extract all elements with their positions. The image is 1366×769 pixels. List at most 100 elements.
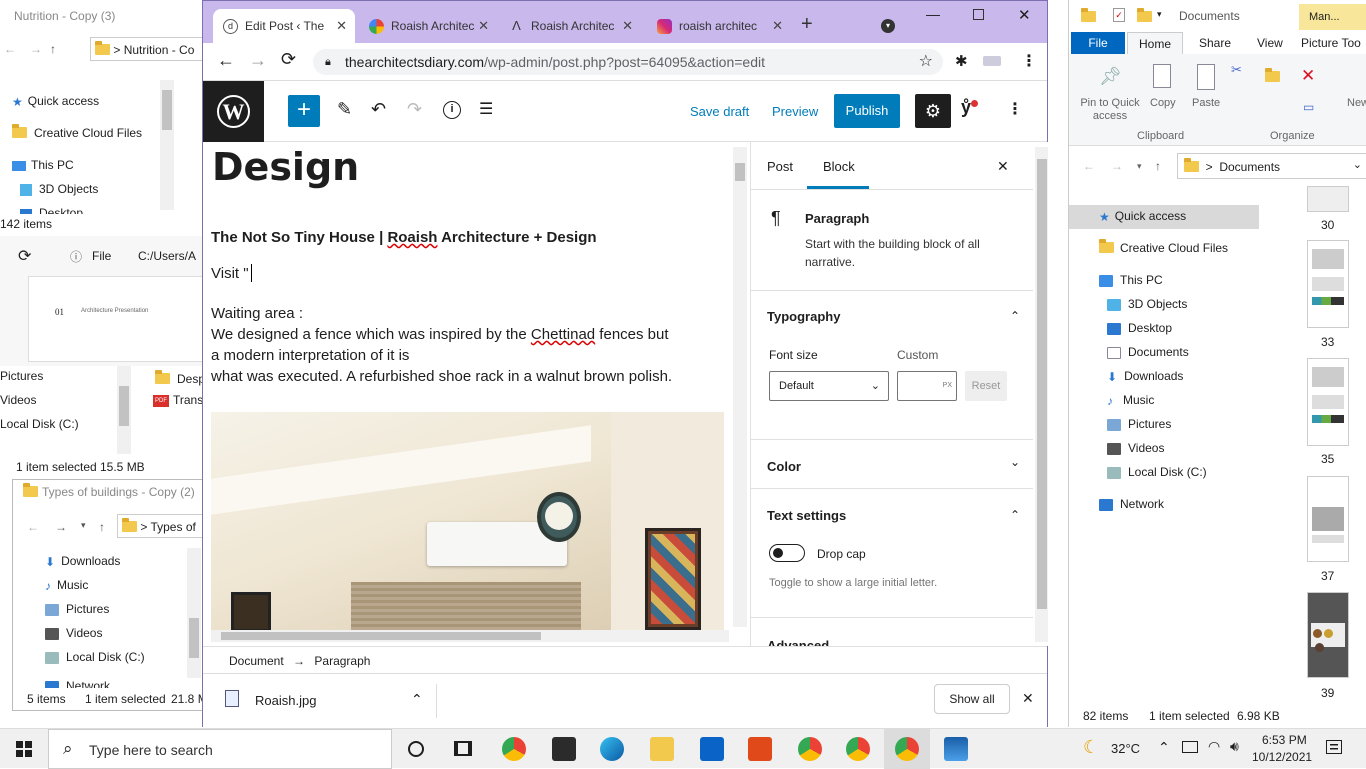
chevron-up-icon[interactable]: ⌃ bbox=[411, 691, 423, 708]
wifi-icon[interactable]: ◠ bbox=[1208, 738, 1220, 755]
reload-icon[interactable]: ⟳ bbox=[281, 49, 296, 70]
nav-documents[interactable]: Documents bbox=[1107, 345, 1189, 359]
bookmark-star-icon[interactable]: ☆ bbox=[919, 49, 933, 75]
refresh-icon[interactable]: ⟳ bbox=[18, 246, 31, 266]
file-despi[interactable]: Despi bbox=[155, 370, 203, 386]
nav-music[interactable]: ♪ Music bbox=[1107, 393, 1154, 408]
qat-dropdown-icon[interactable]: ▾ bbox=[1157, 9, 1162, 20]
drop-cap-toggle[interactable] bbox=[769, 544, 805, 562]
chrome-profile-icon-2[interactable] bbox=[846, 737, 870, 761]
manage-tab[interactable]: Man... bbox=[1299, 4, 1366, 30]
thumbnail-33[interactable] bbox=[1307, 240, 1349, 328]
nav-3d-objects[interactable]: 3D Objects bbox=[20, 182, 98, 196]
close-tab-icon[interactable]: ✕ bbox=[622, 9, 633, 43]
view-tab[interactable]: View bbox=[1257, 36, 1283, 50]
add-block-button[interactable]: + bbox=[288, 95, 320, 127]
nav-downloads[interactable]: ⬇ Downloads bbox=[45, 554, 120, 569]
copy-button[interactable]: Copy bbox=[1150, 97, 1176, 109]
new-tab-button[interactable]: + bbox=[801, 13, 813, 36]
options-more-icon[interactable]: ⋮ bbox=[1007, 99, 1023, 119]
preview-button[interactable]: Preview bbox=[772, 104, 818, 119]
forward-arrow-icon[interactable]: → bbox=[30, 42, 42, 56]
reset-button[interactable]: Reset bbox=[965, 371, 1007, 401]
clock-date[interactable]: 10/12/2021 bbox=[1252, 750, 1312, 764]
forward-icon[interactable]: → bbox=[249, 50, 267, 71]
nav-3d-objects[interactable]: 3D Objects bbox=[1107, 297, 1187, 311]
delete-icon[interactable]: ✕ bbox=[1301, 66, 1315, 86]
nav-local-disk[interactable]: Local Disk (C:) bbox=[1107, 465, 1207, 479]
custom-size-input[interactable]: PX bbox=[897, 371, 957, 401]
down-arrow-icon[interactable]: ▾ bbox=[81, 520, 86, 531]
chrome-profile-icon-3[interactable] bbox=[895, 737, 919, 761]
chevron-down-icon[interactable]: ⌄ bbox=[1010, 455, 1020, 469]
paste-button[interactable]: Paste bbox=[1192, 97, 1220, 109]
undo-icon[interactable]: ↶ bbox=[371, 99, 386, 120]
nav-desktop[interactable]: Desktop bbox=[20, 206, 83, 214]
yoast-icon[interactable]: ẙ bbox=[961, 97, 979, 118]
save-draft-button[interactable]: Save draft bbox=[690, 104, 749, 119]
office-icon[interactable] bbox=[748, 737, 772, 761]
new-folder-button[interactable]: New bbox=[1347, 97, 1366, 109]
file-explorer-icon[interactable] bbox=[650, 737, 674, 761]
post-heading[interactable]: Design bbox=[212, 145, 359, 189]
scrollbar[interactable] bbox=[117, 366, 131, 454]
start-windows-icon[interactable] bbox=[16, 741, 32, 757]
address-bar[interactable]: > Documents ⌄ bbox=[1177, 153, 1366, 179]
task-view-icon[interactable] bbox=[454, 741, 472, 756]
file-transl[interactable]: PDF Transl bbox=[153, 393, 203, 407]
properties-icon[interactable]: ✓ bbox=[1113, 8, 1125, 22]
content-paragraph[interactable]: Waiting area : We designed a fence which… bbox=[211, 303, 672, 387]
visit-paragraph[interactable]: Visit " bbox=[211, 265, 249, 282]
thumbnail-35[interactable] bbox=[1307, 358, 1349, 446]
thumbnail-30[interactable] bbox=[1307, 186, 1349, 212]
pin-quick-access-button[interactable]: Pin to Quick access bbox=[1075, 97, 1145, 123]
file-tab[interactable]: File bbox=[1071, 32, 1125, 54]
move-to-icon[interactable] bbox=[1265, 68, 1280, 84]
new-folder-icon[interactable] bbox=[1137, 8, 1152, 24]
nav-network[interactable]: Network bbox=[45, 679, 110, 688]
chevron-up-icon[interactable]: ⌃ bbox=[1010, 508, 1020, 522]
address-bar[interactable]: > Types of bbox=[117, 514, 202, 538]
edge-window[interactable]: ⟳ ⓘ File C:/Users/A 01 Architecture Pres… bbox=[0, 236, 203, 366]
wordpress-logo-button[interactable]: W bbox=[203, 81, 264, 142]
nav-down-icon[interactable]: ▾ bbox=[1137, 161, 1142, 172]
explorer-window-types[interactable]: Types of buildings - Copy (2) ← → ▾ ↑ > … bbox=[12, 479, 203, 711]
explorer-window-mid[interactable]: Pictures Videos Local Disk (C:) Despi PD… bbox=[0, 366, 203, 478]
nav-local-disk[interactable]: Local Disk (C:) bbox=[45, 650, 145, 664]
editor-scrollbar-h[interactable] bbox=[211, 630, 729, 642]
nav-videos[interactable]: Videos bbox=[45, 626, 102, 640]
scrollbar[interactable] bbox=[160, 80, 174, 210]
scrollbar[interactable] bbox=[187, 548, 201, 678]
taskbar-search-box[interactable]: ⌕ Type here to search bbox=[48, 729, 392, 769]
picture-tools-tab[interactable]: Picture Too bbox=[1301, 36, 1361, 50]
details-info-icon[interactable]: i bbox=[443, 101, 461, 119]
back-icon[interactable]: ← bbox=[217, 50, 235, 71]
chrome-menu-icon[interactable]: ⋮ bbox=[1021, 51, 1037, 71]
volume-icon[interactable]: 🔊︎ bbox=[1230, 738, 1239, 755]
settings-gear-button[interactable]: ⚙ bbox=[915, 94, 951, 128]
notifications-icon[interactable] bbox=[1326, 740, 1342, 754]
thumbnail-37[interactable] bbox=[1307, 476, 1349, 562]
close-tab-icon[interactable]: ✕ bbox=[478, 9, 489, 43]
share-tab[interactable]: Share bbox=[1199, 36, 1231, 50]
network-tray-icon[interactable] bbox=[1182, 741, 1198, 753]
forward-arrow-icon[interactable]: → bbox=[55, 520, 67, 534]
chevron-up-icon[interactable]: ⌃ bbox=[1010, 309, 1020, 323]
breadcrumb-paragraph[interactable]: Paragraph bbox=[314, 654, 370, 668]
explorer-window-nutrition[interactable]: Nutrition - Copy (3) ← → ↑ > Nutrition -… bbox=[0, 0, 203, 235]
close-sidebar-icon[interactable]: ✕ bbox=[997, 158, 1009, 175]
tab-roaish-site[interactable]: Λ Roaish Architec ✕ bbox=[499, 9, 641, 43]
url-bar[interactable]: 🔒︎ thearchitectsdiary.com/wp-admin/post.… bbox=[313, 49, 943, 75]
chrome-taskbar-icon[interactable] bbox=[502, 737, 526, 761]
nav-network[interactable]: Network bbox=[1099, 497, 1164, 511]
nav-pictures[interactable]: Pictures bbox=[1107, 417, 1171, 431]
explorer-window-documents[interactable]: ✓ ▾ Documents Man... File Home Share Vie… bbox=[1068, 0, 1366, 727]
store-icon[interactable] bbox=[552, 737, 576, 761]
rename-icon[interactable]: ▭ bbox=[1303, 100, 1314, 114]
show-all-button[interactable]: Show all bbox=[934, 684, 1010, 714]
cortana-icon[interactable] bbox=[408, 741, 424, 757]
text-settings-panel-toggle[interactable]: Text settings bbox=[767, 508, 846, 523]
tools-pencil-icon[interactable]: ✎ bbox=[337, 99, 352, 120]
clock-time[interactable]: 6:53 PM bbox=[1262, 733, 1307, 747]
tab-search-icon[interactable]: ▾ bbox=[881, 19, 895, 33]
